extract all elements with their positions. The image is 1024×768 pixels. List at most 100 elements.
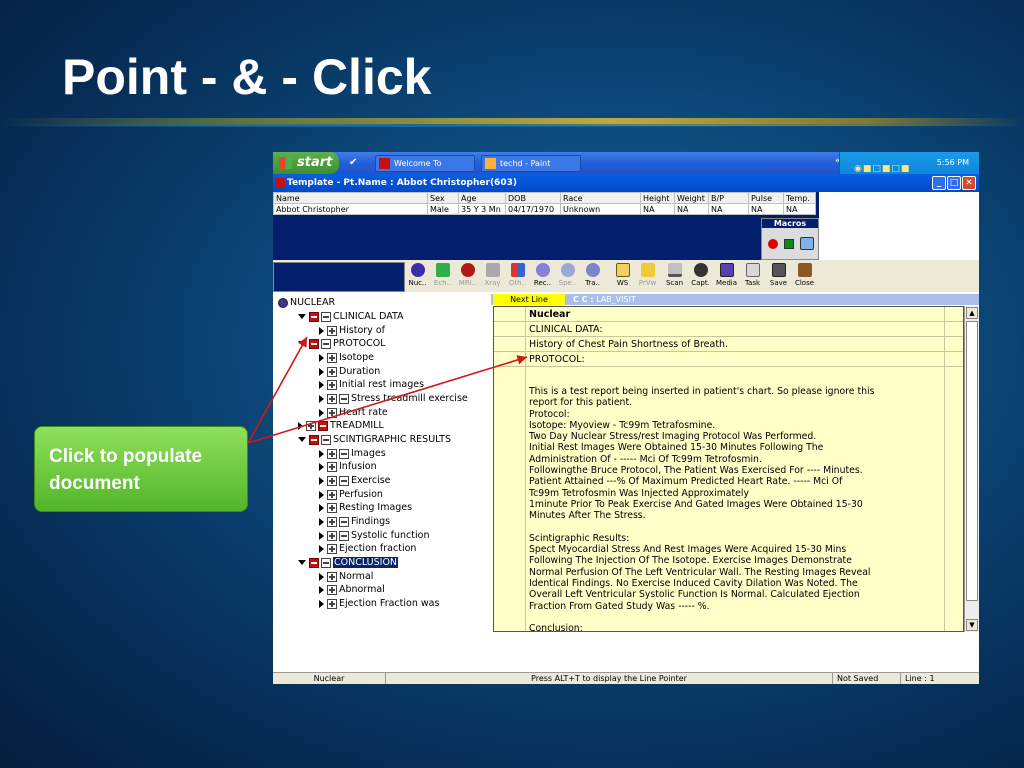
scan-button[interactable]: Scan bbox=[662, 262, 687, 292]
tree-node-ejection-fraction[interactable]: Ejection fraction bbox=[319, 542, 416, 555]
stop-macro-icon[interactable] bbox=[784, 239, 794, 249]
collapsed-arrow-icon[interactable] bbox=[319, 490, 324, 499]
tree-node-isotope[interactable]: Isotope bbox=[319, 351, 374, 364]
vertical-scrollbar[interactable]: ▲ ▼ bbox=[964, 306, 979, 632]
tree-node-resting-images[interactable]: Resting Images bbox=[319, 501, 412, 514]
tree-label: Stress treadmill exercise bbox=[351, 393, 468, 404]
tree-label: Heart rate bbox=[339, 407, 388, 418]
xray-button[interactable]: Xray bbox=[480, 262, 505, 292]
expand-arrow-icon[interactable] bbox=[298, 341, 306, 346]
collapsed-arrow-icon[interactable] bbox=[298, 421, 303, 430]
collapsed-arrow-icon[interactable] bbox=[319, 353, 324, 362]
grid-cell: Abbot Christopher bbox=[273, 203, 428, 215]
tree-node-history-of[interactable]: History of bbox=[319, 324, 385, 337]
collapsed-arrow-icon[interactable] bbox=[319, 380, 324, 389]
echo-button[interactable]: Ech.. bbox=[430, 262, 455, 292]
start-button[interactable]: start bbox=[273, 152, 339, 174]
tree-node-findings[interactable]: Findings bbox=[319, 515, 390, 528]
scroll-thumb[interactable] bbox=[966, 321, 978, 601]
tree-node-abnormal[interactable]: Abnormal bbox=[319, 583, 385, 596]
scroll-down-icon[interactable]: ▼ bbox=[966, 619, 978, 631]
tree-node-systolic-function[interactable]: Systolic function bbox=[319, 529, 429, 542]
tree-node-heart-rate[interactable]: Heart rate bbox=[319, 406, 388, 419]
doc-line[interactable]: Nuclear bbox=[494, 307, 963, 322]
records-button[interactable]: Rec.. bbox=[530, 262, 555, 292]
toolbar-label: Nuc.. bbox=[408, 279, 427, 287]
status-section: Nuclear bbox=[273, 673, 386, 684]
task-button[interactable]: Task bbox=[740, 262, 765, 292]
tree-node-treadmill[interactable]: TREADMILL bbox=[298, 419, 384, 432]
collapsed-arrow-icon[interactable] bbox=[319, 517, 324, 526]
tree-label: Ejection Fraction was bbox=[339, 598, 440, 609]
collapsed-arrow-icon[interactable] bbox=[319, 449, 324, 458]
toolbar-label: Xray bbox=[484, 279, 501, 287]
special-icon bbox=[560, 263, 575, 277]
doc-line[interactable]: PROTOCOL: bbox=[494, 352, 963, 367]
system-tray: ◉■□■□■ 5:56 PM bbox=[839, 152, 979, 174]
capture-button[interactable]: Capt. bbox=[688, 262, 713, 292]
tree-node-duration[interactable]: Duration bbox=[319, 365, 380, 378]
play-macro-icon[interactable] bbox=[800, 237, 814, 250]
scroll-up-icon[interactable]: ▲ bbox=[966, 307, 978, 319]
preview-button[interactable]: PrVw bbox=[635, 262, 660, 292]
tree-node-infusion[interactable]: Infusion bbox=[319, 460, 377, 473]
report-document[interactable]: Nuclear CLINICAL DATA: History of Chest … bbox=[493, 306, 964, 632]
taskbar-item-paint[interactable]: techd - Paint bbox=[481, 155, 581, 172]
grid-cell: Male bbox=[427, 203, 459, 215]
tree-root[interactable]: NUCLEAR bbox=[278, 296, 335, 309]
collapsed-arrow-icon[interactable] bbox=[319, 367, 324, 376]
tree-node-normal[interactable]: Normal bbox=[319, 570, 373, 583]
save-button[interactable]: Save bbox=[766, 262, 791, 292]
tree-node-images[interactable]: Images bbox=[319, 447, 386, 460]
ws-button[interactable]: WS bbox=[610, 262, 635, 292]
nuclear-icon bbox=[410, 263, 425, 277]
doc-line[interactable]: History of Chest Pain Shortness of Breat… bbox=[494, 337, 963, 352]
report-body-text[interactable]: This is a test report being inserted in … bbox=[529, 386, 929, 631]
toolbar-label: Tra.. bbox=[585, 279, 600, 287]
expand-arrow-icon[interactable] bbox=[298, 314, 306, 319]
patient-grid: Name Sex Age DOB Race Height Weight B/P … bbox=[273, 192, 816, 215]
collapsed-arrow-icon[interactable] bbox=[319, 326, 324, 335]
close-button[interactable]: Close bbox=[792, 262, 817, 292]
doc-line[interactable]: CLINICAL DATA: bbox=[494, 322, 963, 337]
transcription-button[interactable]: Tra.. bbox=[580, 262, 605, 292]
clock: 5:56 PM bbox=[936, 158, 969, 167]
expand-arrow-icon[interactable] bbox=[298, 560, 306, 565]
collapsed-arrow-icon[interactable] bbox=[319, 572, 324, 581]
expand-box-icon bbox=[327, 352, 337, 363]
close-window-button[interactable]: ✕ bbox=[962, 176, 976, 190]
collapsed-arrow-icon[interactable] bbox=[319, 531, 324, 540]
special-button[interactable]: Spe.. bbox=[555, 262, 580, 292]
collapsed-arrow-icon[interactable] bbox=[319, 585, 324, 594]
expand-arrow-icon[interactable] bbox=[298, 437, 306, 442]
collapse-box-icon bbox=[321, 311, 331, 322]
tree-node-exercise[interactable]: Exercise bbox=[319, 474, 391, 487]
minimize-button[interactable]: _ bbox=[932, 176, 946, 190]
tree-node-clinical-data[interactable]: CLINICAL DATA bbox=[298, 310, 404, 323]
collapsed-arrow-icon[interactable] bbox=[319, 599, 324, 608]
nuclear-button[interactable]: Nuc.. bbox=[405, 262, 430, 292]
collapsed-arrow-icon[interactable] bbox=[319, 503, 324, 512]
tree-node-ejection-fraction-was[interactable]: Ejection Fraction was bbox=[319, 597, 439, 610]
tree-node-stress-treadmill[interactable]: Stress treadmill exercise bbox=[319, 392, 468, 405]
maximize-button[interactable]: □ bbox=[947, 176, 961, 190]
tree-node-initial-rest-images[interactable]: Initial rest images bbox=[319, 378, 424, 391]
taskbar-item-welcome[interactable]: Welcome To LoginClin... bbox=[375, 155, 475, 183]
other-button[interactable]: Oth.. bbox=[505, 262, 530, 292]
tree-node-scintigraphic-results[interactable]: SCINTIGRAPHIC RESULTS bbox=[298, 433, 451, 446]
tree-node-conclusion[interactable]: CONCLUSION bbox=[298, 556, 399, 569]
tree-node-perfusion[interactable]: Perfusion bbox=[319, 488, 383, 501]
expand-box-icon bbox=[327, 516, 337, 527]
tree-node-protocol[interactable]: PROTOCOL bbox=[298, 337, 386, 350]
media-button[interactable]: Media bbox=[714, 262, 739, 292]
window-icon bbox=[275, 178, 285, 188]
quick-launch-icon[interactable]: ✔ bbox=[349, 157, 361, 169]
mri-button[interactable]: MRI.. bbox=[455, 262, 480, 292]
collapsed-arrow-icon[interactable] bbox=[319, 394, 324, 403]
collapsed-arrow-icon[interactable] bbox=[319, 544, 324, 553]
collapsed-arrow-icon[interactable] bbox=[319, 462, 324, 471]
record-macro-icon[interactable] bbox=[768, 239, 778, 249]
collapsed-arrow-icon[interactable] bbox=[319, 476, 324, 485]
next-line-button[interactable]: Next Line bbox=[493, 294, 565, 305]
collapsed-arrow-icon[interactable] bbox=[319, 408, 324, 417]
